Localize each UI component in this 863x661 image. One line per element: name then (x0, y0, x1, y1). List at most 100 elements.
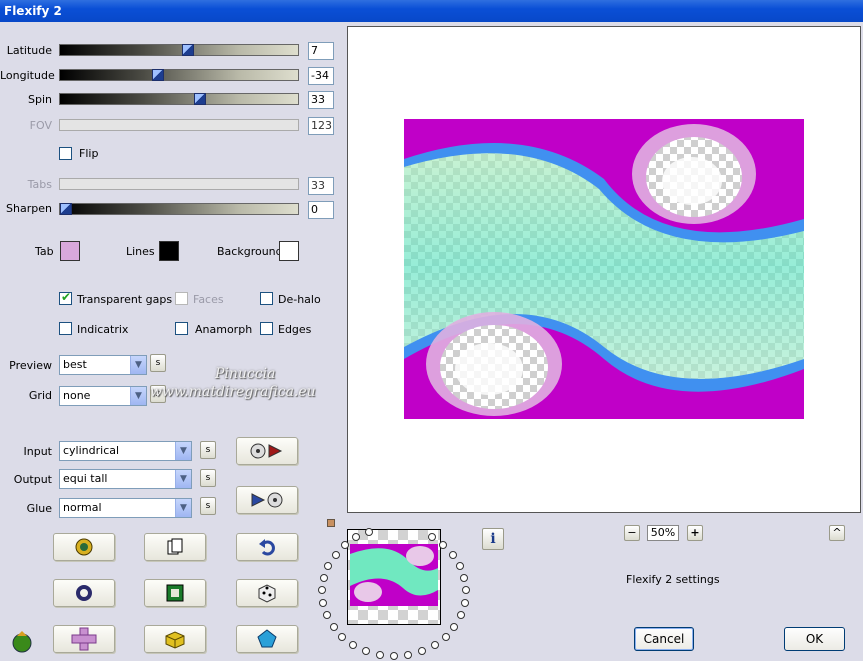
grid-select-value: none (63, 389, 91, 402)
plugin-logo (9, 628, 35, 657)
output-label: Output (13, 473, 52, 486)
longitude-slider-thumb[interactable] (152, 69, 164, 81)
info-icon[interactable]: i (482, 528, 504, 550)
preview-select[interactable]: best ▼ (59, 355, 147, 375)
latitude-slider[interactable] (59, 44, 299, 56)
rotation-dot[interactable] (319, 573, 328, 582)
rotation-dot[interactable] (450, 622, 459, 631)
longitude-slider[interactable] (59, 69, 299, 81)
rotation-dot[interactable] (375, 650, 384, 659)
chevron-down-icon: ▼ (175, 499, 191, 517)
output-to-input-button[interactable] (236, 486, 298, 514)
cube-icon (165, 631, 185, 649)
chevron-down-icon: ▼ (130, 356, 146, 374)
cancel-button[interactable]: Cancel (634, 627, 694, 651)
main-preview-area[interactable] (347, 26, 861, 513)
ok-button[interactable]: OK (784, 627, 845, 651)
window-title: Flexify 2 (0, 0, 863, 22)
sharpen-slider[interactable] (59, 203, 299, 215)
rotation-dot[interactable] (331, 550, 340, 559)
flip-checkbox[interactable] (59, 147, 72, 160)
input-to-output-button[interactable] (236, 437, 298, 465)
sharpen-slider-thumb[interactable] (60, 203, 72, 215)
rotation-dot[interactable] (448, 550, 457, 559)
rotation-dot[interactable] (430, 640, 439, 649)
rotation-dot[interactable] (338, 632, 347, 641)
rotation-dot[interactable] (460, 599, 469, 608)
undo-icon (259, 539, 275, 556)
cube-button[interactable] (144, 625, 206, 653)
preview-select-value: best (63, 358, 87, 371)
ring-button[interactable] (53, 579, 115, 607)
rotation-dot[interactable] (441, 632, 450, 641)
rotation-dot[interactable] (349, 640, 358, 649)
rotation-dot[interactable] (457, 611, 465, 620)
input-select-value: cylindrical (63, 444, 120, 457)
preview-s-button[interactable]: s (150, 354, 166, 372)
rotation-dot[interactable] (319, 599, 328, 608)
orientation-marker[interactable] (327, 519, 335, 527)
randomize-button[interactable] (53, 533, 115, 561)
cross-button[interactable] (53, 625, 115, 653)
rotation-dot[interactable] (461, 586, 470, 595)
rotation-dot[interactable] (322, 611, 331, 620)
tab-color-swatch[interactable] (60, 241, 80, 261)
thumbnail-preview[interactable] (347, 529, 441, 625)
preview-label: Preview (9, 359, 52, 372)
glue-s-button[interactable]: s (200, 497, 216, 515)
rotation-dot[interactable] (318, 586, 327, 595)
lines-color-label: Lines (126, 245, 155, 258)
output-select[interactable]: equi tall ▼ (59, 469, 192, 489)
collapse-button[interactable]: ^ (829, 525, 845, 541)
sharpen-value[interactable]: 0 (308, 201, 334, 219)
spin-slider-thumb[interactable] (194, 93, 206, 105)
rotation-dot[interactable] (460, 573, 469, 582)
rotation-dot[interactable] (329, 622, 338, 631)
output-s-button[interactable]: s (200, 469, 216, 487)
spin-slider[interactable] (59, 93, 299, 105)
rotation-dot[interactable] (417, 646, 426, 655)
tab-color-label: Tab (35, 245, 54, 258)
anamorph-checkbox[interactable] (175, 322, 188, 335)
logo-icon (12, 631, 32, 653)
lines-color-swatch[interactable] (159, 241, 179, 261)
rotation-dot[interactable] (324, 561, 333, 570)
input-select[interactable]: cylindrical ▼ (59, 441, 192, 461)
zoom-level: 50% (647, 525, 679, 541)
pentagon-button[interactable] (236, 625, 298, 653)
frame-icon (166, 584, 184, 602)
latitude-label: Latitude (6, 44, 52, 57)
thumbnail-image (350, 544, 438, 606)
watermark-url: www.matdiregrafica.eu (150, 384, 316, 400)
de-halo-checkbox[interactable] (260, 292, 273, 305)
zoom-out-button[interactable]: − (624, 525, 640, 541)
faces-label: Faces (193, 293, 224, 306)
zoom-in-button[interactable]: + (687, 525, 703, 541)
rotation-dot[interactable] (362, 646, 371, 655)
longitude-value[interactable]: -34 (308, 67, 334, 85)
input-s-button[interactable]: s (200, 441, 216, 459)
latitude-slider-thumb[interactable] (182, 44, 194, 56)
settings-title: Flexify 2 settings (626, 573, 720, 586)
rotation-dot[interactable] (404, 650, 413, 659)
flexify-preview-image (404, 119, 804, 419)
frame-button[interactable] (144, 579, 206, 607)
faces-checkbox (175, 292, 188, 305)
undo-button[interactable] (236, 533, 298, 561)
rotation-dot[interactable] (439, 541, 448, 550)
indicatrix-checkbox[interactable] (59, 322, 72, 335)
grid-select[interactable]: none ▼ (59, 386, 147, 406)
output-select-value: equi tall (63, 472, 108, 485)
edges-label: Edges (278, 323, 312, 336)
rotation-dot[interactable] (389, 652, 398, 660)
spin-value[interactable]: 33 (308, 91, 334, 109)
glue-select[interactable]: normal ▼ (59, 498, 192, 518)
copy-button[interactable] (144, 533, 206, 561)
background-color-swatch[interactable] (279, 241, 299, 261)
edges-checkbox[interactable] (260, 322, 273, 335)
fov-value: 123 (308, 117, 334, 135)
rotation-dot[interactable] (455, 561, 464, 570)
dice-button[interactable] (236, 579, 298, 607)
transparent-gaps-checkbox[interactable]: ✔ (59, 290, 72, 305)
latitude-value[interactable]: 7 (308, 42, 334, 60)
